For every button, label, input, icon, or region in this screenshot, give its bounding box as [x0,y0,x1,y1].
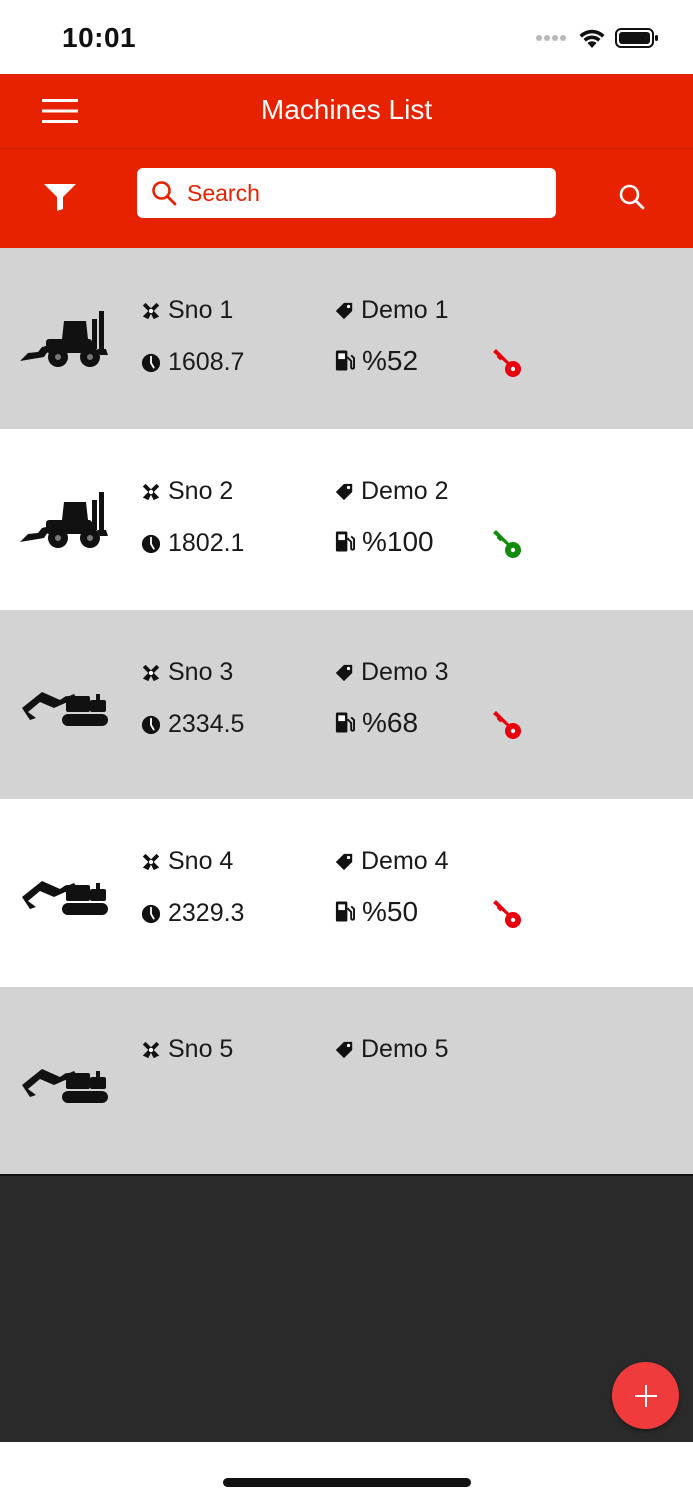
machine-list-item[interactable]: Sno 1 Demo 1 1608.7 %52 [0,248,693,429]
tag-icon [333,1039,355,1061]
status-time: 10:01 [62,22,137,53]
clock-icon [140,533,162,555]
fuel-level-text: %50 [362,896,419,927]
filter-icon [44,184,76,211]
machine-name: Demo 4 [333,847,449,876]
clock-icon [140,903,162,925]
search-field[interactable] [137,168,556,218]
search-input[interactable] [187,176,537,210]
machine-name: Demo 1 [333,296,449,325]
home-indicator-area [0,1442,693,1500]
nav-bar: Machines List [0,74,693,148]
serial-number-icon [140,1039,162,1061]
fuel-pump-icon [332,529,356,555]
machine-name-text: Demo 4 [361,847,449,875]
excavator-icon [16,859,112,923]
ignition-off-key-icon [490,897,524,931]
serial-number-icon [140,851,162,873]
serial-number-text: Sno 3 [168,658,234,686]
filter-button[interactable] [40,177,80,217]
fuel-level: %68 [332,707,418,739]
engine-hours-text: 2334.5 [168,710,245,738]
add-machine-button[interactable] [612,1362,679,1429]
page-title: Machines List [260,94,433,125]
serial-number: Sno 3 [140,658,233,687]
fuel-level: %50 [332,896,418,928]
clock-icon [140,352,162,374]
engine-hours: 1802.1 [140,529,244,558]
machine-name: Demo 3 [333,658,449,687]
serial-number: Sno 5 [140,1035,233,1064]
tag-icon [333,300,355,322]
serial-number-text: Sno 1 [168,296,234,324]
excavator-icon [16,1047,112,1111]
ignition-off-key-icon [490,708,524,742]
excavator-icon [16,670,112,734]
fuel-pump-icon [332,348,356,374]
machine-list: Sno 1 Demo 1 1608.7 %52 Sno 2 Demo 2 1802.1 %10… [0,248,693,1175]
machine-list-item[interactable]: Sno 4 Demo 4 2329.3 %50 [0,799,693,987]
machine-name-text: Demo 5 [361,1035,449,1063]
home-indicator[interactable] [223,1478,471,1487]
machine-list-item[interactable]: Sno 3 Demo 3 2334.5 %68 [0,610,693,799]
backhoe-loader-icon [16,305,112,369]
search-field-icon [152,181,177,206]
status-icons [535,26,659,50]
signal-icon [536,35,566,41]
search-bar [0,148,693,248]
serial-number: Sno 4 [140,847,233,876]
backhoe-loader-icon [16,486,112,550]
clock-icon [140,714,162,736]
plus-icon [634,1384,657,1407]
fuel-level-text: %52 [362,345,419,376]
engine-hours: 2334.5 [140,710,244,739]
fuel-pump-icon [332,899,356,925]
serial-number-icon [140,300,162,322]
machine-name-text: Demo 1 [361,296,449,324]
status-bar: 10:01 [0,0,693,74]
machine-name: Demo 2 [333,477,449,506]
fuel-level-text: %100 [362,526,434,557]
search-button[interactable] [612,177,652,217]
machine-name-text: Demo 3 [361,658,449,686]
engine-hours-text: 1608.7 [168,348,245,376]
fuel-pump-icon [332,710,356,736]
serial-number-text: Sno 5 [168,1035,234,1063]
empty-list-area [0,1174,693,1442]
ignition-on-key-icon [490,527,524,561]
app-screen: 10:01 Machines List Search Sno 1 Demo 1 … [0,0,693,1500]
fuel-level: %52 [332,345,418,377]
battery-icon [615,28,658,48]
serial-number-icon [140,662,162,684]
wifi-icon [579,29,605,48]
fuel-level: %100 [332,526,434,558]
tag-icon [333,851,355,873]
engine-hours-text: 1802.1 [168,529,245,557]
serial-number-text: Sno 4 [168,847,234,875]
machine-list-item[interactable]: Sno 5 Demo 5 [0,987,693,1175]
tag-icon [333,481,355,503]
machine-name-text: Demo 2 [361,477,449,505]
serial-number: Sno 2 [140,477,233,506]
engine-hours: 1608.7 [140,348,244,377]
engine-hours: 2329.3 [140,899,244,928]
ignition-off-key-icon [490,346,524,380]
machine-list-item[interactable]: Sno 2 Demo 2 1802.1 %100 [0,429,693,610]
engine-hours-text: 2329.3 [168,899,245,927]
search-icon [619,184,645,210]
machine-name: Demo 5 [333,1035,449,1064]
serial-number: Sno 1 [140,296,233,325]
serial-number-icon [140,481,162,503]
tag-icon [333,662,355,684]
fuel-level-text: %68 [362,707,419,738]
serial-number-text: Sno 2 [168,477,234,505]
